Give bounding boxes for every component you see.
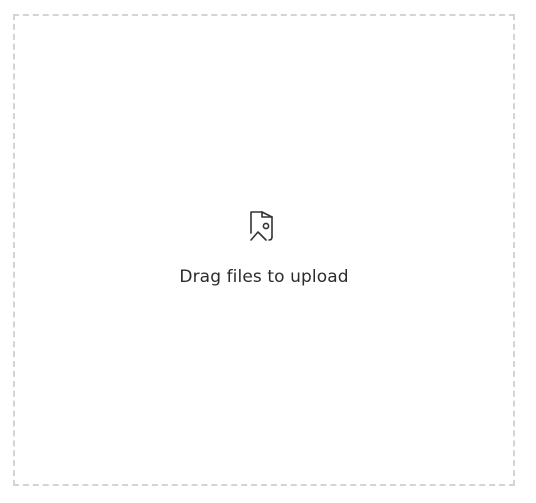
file-dropzone[interactable]: Drag files to upload — [13, 14, 515, 486]
image-file-icon — [250, 211, 273, 241]
dropzone-label: Drag files to upload — [179, 267, 349, 287]
